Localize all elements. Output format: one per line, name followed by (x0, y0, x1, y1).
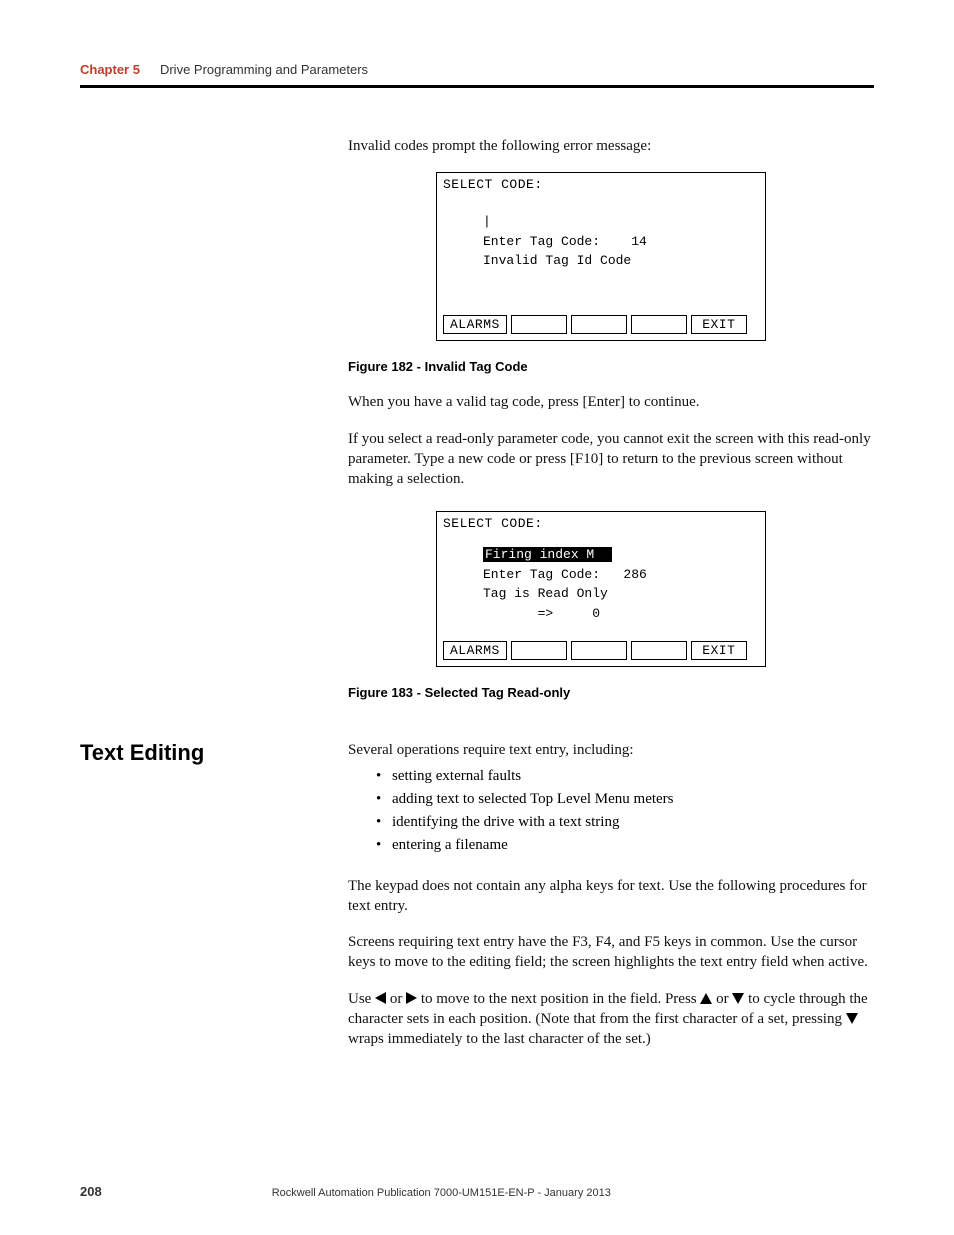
page-header: Chapter 5 Drive Programming and Paramete… (80, 62, 874, 88)
arrow-down-icon (846, 1013, 858, 1024)
enter-tag-line: Enter Tag Code: 286 (483, 565, 759, 585)
page-number: 208 (80, 1184, 102, 1199)
publication-info: Rockwell Automation Publication 7000-UM1… (272, 1187, 611, 1199)
body-paragraph: Screens requiring text entry have the F3… (348, 932, 874, 973)
list-item: identifying the drive with a text string (376, 811, 874, 834)
highlighted-tag-name: Firing index M (483, 545, 759, 565)
cursor-line: | (483, 212, 759, 232)
figure-caption-182: Figure 182 - Invalid Tag Code (348, 359, 874, 374)
list-item: setting external faults (376, 765, 874, 788)
screen-title: SELECT CODE: (443, 516, 759, 531)
alarms-button[interactable]: ALARMS (443, 315, 507, 334)
chapter-title: Drive Programming and Parameters (160, 62, 368, 77)
empty-button (511, 315, 567, 334)
arrow-up-icon (700, 993, 712, 1004)
body-paragraph: If you select a read-only parameter code… (348, 429, 874, 490)
value-line: => 0 (483, 604, 759, 624)
terminal-screen-invalid-tag: SELECT CODE: | Enter Tag Code: 14 Invali… (436, 172, 766, 341)
empty-button (511, 641, 567, 660)
body-paragraph: When you have a valid tag code, press [E… (348, 392, 874, 412)
page-footer: 208 Rockwell Automation Publication 7000… (80, 1184, 874, 1199)
empty-button (631, 315, 687, 334)
empty-button (571, 641, 627, 660)
body-paragraph-arrows: Use or to move to the next position in t… (348, 989, 874, 1050)
arrow-down-icon (732, 993, 744, 1004)
empty-button (571, 315, 627, 334)
enter-tag-line: Enter Tag Code: 14 (483, 232, 759, 252)
arrow-right-icon (406, 992, 417, 1004)
error-line: Invalid Tag Id Code (483, 251, 759, 271)
exit-button[interactable]: EXIT (691, 315, 747, 334)
chapter-label: Chapter 5 (80, 62, 140, 77)
intro-paragraph: Invalid codes prompt the following error… (348, 136, 874, 156)
list-item: adding text to selected Top Level Menu m… (376, 788, 874, 811)
readonly-line: Tag is Read Only (483, 584, 759, 604)
empty-button (631, 641, 687, 660)
body-paragraph: The keypad does not contain any alpha ke… (348, 876, 874, 917)
text-editing-intro: Several operations require text entry, i… (348, 740, 874, 760)
arrow-left-icon (375, 992, 386, 1004)
text-editing-list: setting external faults adding text to s… (376, 765, 874, 858)
exit-button[interactable]: EXIT (691, 641, 747, 660)
figure-caption-183: Figure 183 - Selected Tag Read-only (348, 685, 874, 700)
section-heading-text-editing: Text Editing (80, 740, 348, 766)
screen-title: SELECT CODE: (443, 177, 759, 192)
terminal-screen-readonly-tag: SELECT CODE: Firing index M Enter Tag Co… (436, 511, 766, 667)
alarms-button[interactable]: ALARMS (443, 641, 507, 660)
list-item: entering a filename (376, 834, 874, 857)
